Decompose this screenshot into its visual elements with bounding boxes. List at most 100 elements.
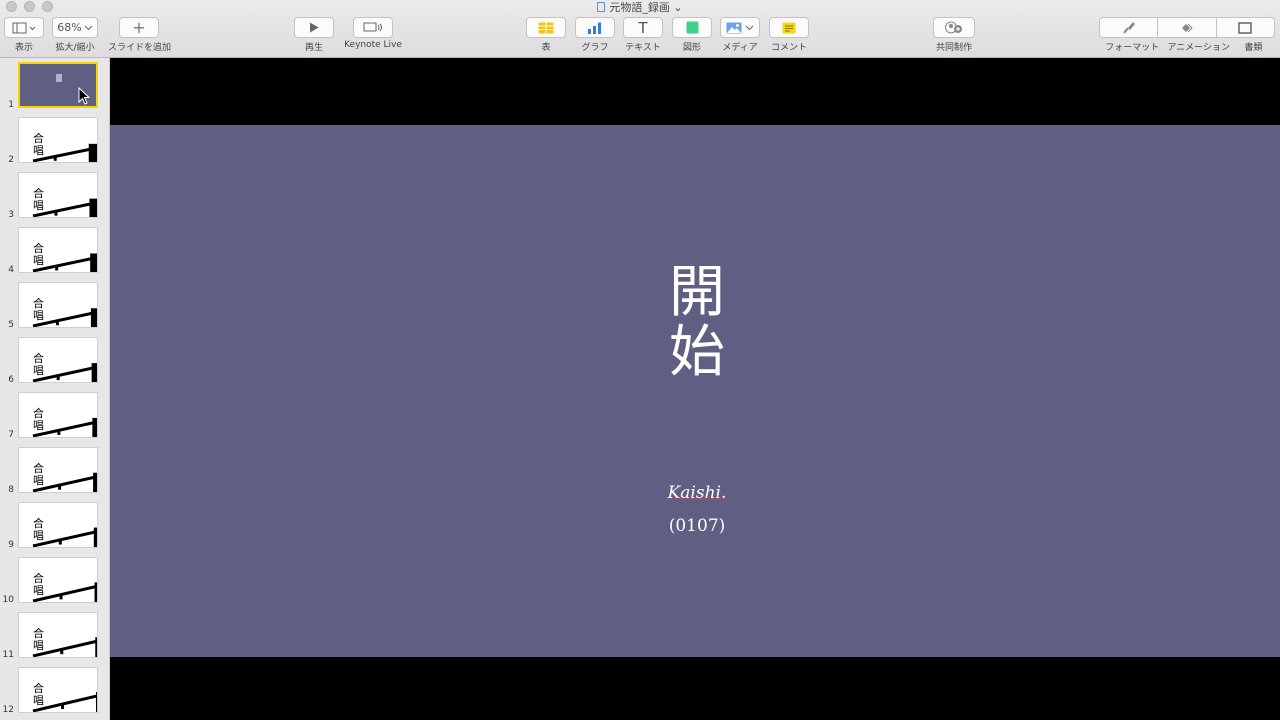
slide-thumbnail-row[interactable]: 12 合唱 <box>0 667 109 715</box>
slide-thumbnail[interactable]: 合唱 <box>18 557 98 603</box>
slide-title[interactable]: 開始 <box>663 263 731 383</box>
animate-tab[interactable] <box>1157 18 1215 37</box>
slide-navigator[interactable]: 1 2 合唱 3 合唱 4 合唱 5 合唱 6 合唱 7 合唱 8 合唱 9 合唱 10 合唱 11 合唱 12 合唱 <box>0 58 110 720</box>
thumbnail-marker <box>58 539 62 545</box>
slide-number: 8 <box>8 485 14 495</box>
slide-thumbnail-row[interactable]: 4 合唱 <box>0 227 109 275</box>
thumbnail-diagram <box>32 143 97 162</box>
thumbnail-marker <box>58 484 62 490</box>
slide-number: 10 <box>2 595 14 605</box>
inspector-segmented-control: フォーマット アニメーション 書類 <box>1099 17 1275 53</box>
keynote-live-button[interactable]: Keynote Live <box>338 17 408 50</box>
add-person-icon <box>945 21 962 34</box>
slide-number: 9 <box>8 540 14 550</box>
thumbnail-line <box>32 530 97 547</box>
slide-number: 7 <box>8 430 14 440</box>
slide-thumbnail-row[interactable]: 3 合唱 <box>0 172 109 220</box>
animation-diamond-icon <box>1181 23 1193 32</box>
thumbnail-line <box>32 365 97 382</box>
document-icon <box>1238 21 1253 34</box>
text-icon: T <box>638 18 648 37</box>
paintbrush-icon <box>1122 22 1135 34</box>
inspector-tabs <box>1099 17 1275 38</box>
chevron-down-icon <box>84 25 93 30</box>
slide-thumbnail[interactable]: 合唱 <box>18 667 98 713</box>
media-button[interactable]: メディア <box>720 17 760 53</box>
table-label: 表 <box>541 43 551 53</box>
play-icon <box>310 22 319 33</box>
keynote-window: 元物語_録画 ⌄ 表示 68% 拡大/縮小 + スライドを追加 再生 Keyno… <box>0 0 1280 720</box>
slide-thumbnail-row[interactable]: 6 合唱 <box>0 337 109 385</box>
thumbnail-diagram <box>32 472 97 492</box>
thumbnail-line <box>32 146 97 162</box>
thumbnail-line <box>32 420 97 437</box>
slide-thumbnail-row[interactable]: 9 合唱 <box>0 502 109 550</box>
table-button[interactable]: 表 <box>526 17 566 53</box>
slide-thumbnail-row[interactable]: 10 合唱 <box>0 557 109 605</box>
thumbnail-block <box>89 198 97 217</box>
thumbnail-block <box>94 582 97 602</box>
chart-label: グラフ <box>581 43 609 53</box>
thumbnail-diagram <box>32 417 97 437</box>
toolbar: 元物語_録画 ⌄ 表示 68% 拡大/縮小 + スライドを追加 再生 Keyno… <box>0 0 1280 58</box>
sidebar-layout-icon <box>12 22 36 33</box>
slide-code[interactable]: (0107) <box>110 516 1280 536</box>
text-button[interactable]: T テキスト <box>619 17 667 53</box>
slide-thumbnail[interactable]: 合唱 <box>18 172 98 218</box>
slide-thumbnail-row[interactable]: 11 合唱 <box>0 612 109 660</box>
keynote-live-icon <box>363 22 382 32</box>
bar-chart-icon <box>588 22 601 34</box>
slide-thumbnail[interactable]: 合唱 <box>18 282 98 328</box>
comment-label: コメント <box>770 43 807 53</box>
animate-label: アニメーション <box>1167 43 1230 53</box>
format-tab[interactable] <box>1100 18 1157 37</box>
thumbnail-diagram <box>32 198 97 217</box>
keynote-live-label: Keynote Live <box>344 40 402 50</box>
slide-thumbnail[interactable]: 合唱 <box>18 612 98 658</box>
slide-number: 6 <box>8 375 14 385</box>
window-title[interactable]: 元物語_録画 ⌄ <box>0 0 1280 15</box>
shape-button[interactable]: 図形 <box>672 17 712 53</box>
thumbnail-block <box>90 253 97 272</box>
slide-thumbnail-row[interactable]: 1 <box>0 62 109 110</box>
play-button[interactable]: 再生 <box>294 17 334 53</box>
document-tab[interactable] <box>1215 18 1274 37</box>
slide-thumbnail[interactable]: 合唱 <box>18 227 98 273</box>
collaborate-label: 共同制作 <box>935 43 972 53</box>
slide-thumbnail-row[interactable]: 2 合唱 <box>0 117 109 165</box>
thumbnail-line <box>32 255 97 272</box>
current-slide[interactable]: 開始 Kaishi. (0107) <box>110 125 1280 657</box>
thumbnail-line <box>32 639 97 657</box>
slide-subtitle-text: Kaishi. <box>667 483 727 503</box>
slide-canvas[interactable]: 開始 Kaishi. (0107) <box>110 58 1280 720</box>
text-label: テキスト <box>625 43 661 53</box>
thumbnail-block <box>93 527 97 547</box>
collaborate-button[interactable]: 共同制作 <box>933 17 975 53</box>
slide-subtitle[interactable]: Kaishi. <box>110 483 1280 503</box>
plus-icon: + <box>132 18 146 37</box>
zoom-dropdown[interactable]: 68% 拡大/縮小 <box>52 17 98 53</box>
thumbnail-line <box>32 310 97 327</box>
chart-button[interactable]: グラフ <box>575 17 615 53</box>
slide-thumbnail[interactable]: 合唱 <box>18 337 98 383</box>
slide-thumbnail[interactable]: 合唱 <box>18 502 98 548</box>
thumbnail-line <box>32 475 97 492</box>
thumbnail-block <box>91 363 97 382</box>
document-label: 書類 <box>1244 43 1263 53</box>
play-label: 再生 <box>304 43 323 53</box>
slide-thumbnail-row[interactable]: 8 合唱 <box>0 447 109 495</box>
slide-thumbnail-row[interactable]: 5 合唱 <box>0 282 109 330</box>
comment-button[interactable]: コメント <box>769 17 809 53</box>
mouse-pointer-icon <box>78 87 90 105</box>
thumbnail-block <box>93 472 97 492</box>
thumbnail-diagram <box>32 637 97 657</box>
slide-thumbnail-row[interactable]: 7 合唱 <box>0 392 109 440</box>
thumbnail-marker <box>61 704 64 709</box>
slide-number: 3 <box>8 210 14 220</box>
view-button[interactable]: 表示 <box>4 17 44 53</box>
slide-thumbnail[interactable]: 合唱 <box>18 447 98 493</box>
thumbnail-title-preview <box>56 74 62 82</box>
slide-thumbnail[interactable]: 合唱 <box>18 392 98 438</box>
slide-thumbnail[interactable]: 合唱 <box>18 117 98 163</box>
add-slide-button[interactable]: + スライドを追加 <box>108 17 171 53</box>
